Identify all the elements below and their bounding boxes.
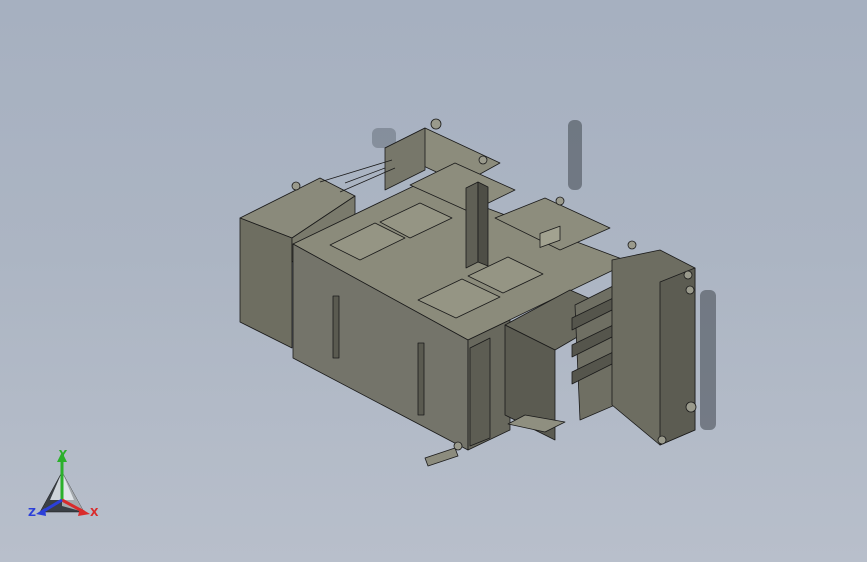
left-box-front: [239, 217, 293, 349]
cad-viewport[interactable]: [0, 0, 867, 562]
front-slot-2: [417, 342, 425, 416]
side-door-edge: [659, 267, 696, 446]
machine-model[interactable]: [239, 118, 697, 467]
front-pin: [424, 447, 459, 467]
vertical-mast: [465, 181, 479, 269]
front-slot-1: [332, 295, 340, 359]
end-panel: [469, 337, 491, 447]
mast-side: [477, 181, 489, 267]
